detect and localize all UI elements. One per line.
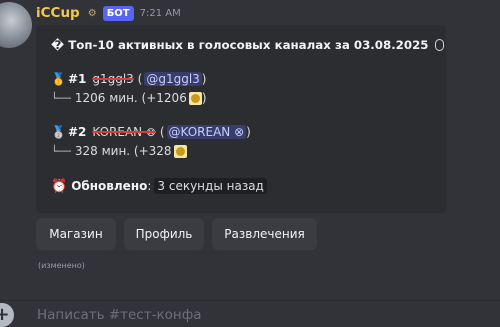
user-name: KOREAN ⊗ [92, 125, 156, 139]
entertainment-button[interactable]: Развлечения [212, 218, 317, 250]
avatar[interactable] [0, 2, 32, 48]
action-buttons: Магазин Профиль Развлечения [36, 218, 325, 250]
embed-card: � Топ-10 активных в голосовых каналах за… [36, 25, 446, 213]
user-mention[interactable]: @g1ggl3 [144, 72, 202, 86]
shop-button[interactable]: Магазин [36, 218, 116, 250]
user-name: g1ggl3 [92, 72, 134, 86]
message-input[interactable]: Написать #тест-конфа [37, 307, 202, 323]
coin-icon [188, 91, 202, 105]
minutes-text: 328 мин. (+328 [74, 144, 172, 158]
tree-branch: └── [51, 144, 71, 158]
timestamp: 7:21 AM [139, 7, 181, 19]
username[interactable]: iCCup [36, 5, 80, 21]
leaderboard-entry-1: 🥇 #1 g1ggl3 (@g1ggl3) [51, 72, 207, 86]
rank-number: #1 [67, 72, 87, 86]
profile-button[interactable]: Профиль [124, 218, 204, 250]
silver-medal-icon: 🥈 [51, 125, 66, 139]
embed-title-text: � Топ-10 активных в голосовых каналах за… [51, 38, 429, 52]
alarm-clock-icon: ⏰ [51, 178, 68, 194]
divider [0, 300, 500, 301]
message-header: iCCup ⚙ БОТ 7:21 AM [36, 4, 181, 22]
rank-number: #2 [67, 125, 87, 139]
gold-medal-icon: 🥇 [51, 72, 66, 86]
role-icon: ⚙ [87, 7, 97, 19]
plus-icon[interactable]: + [0, 303, 14, 327]
updated-line: ⏰ Обновлено: 3 секунды назад [51, 178, 267, 194]
tree-branch: └── [51, 91, 71, 105]
coin-icon [173, 144, 187, 158]
updated-value: 3 секунды назад [154, 178, 267, 194]
user-mention[interactable]: @KOREAN ⊗ [166, 125, 247, 139]
entry-2-minutes: └── 328 мин. (+328 [51, 144, 187, 158]
edited-note: (изменено) [38, 261, 85, 270]
microphone-icon [434, 39, 444, 51]
embed-title: � Топ-10 активных в голосовых каналах за… [51, 38, 444, 52]
updated-label: Обновлено [71, 179, 148, 193]
leaderboard-entry-2: 🥈 #2 KOREAN ⊗ (@KOREAN ⊗) [51, 125, 251, 139]
entry-1-minutes: └── 1206 мин. (+1206 ) [51, 91, 207, 105]
bot-badge: БОТ [102, 5, 134, 21]
minutes-text: 1206 мин. (+1206 [74, 91, 187, 105]
